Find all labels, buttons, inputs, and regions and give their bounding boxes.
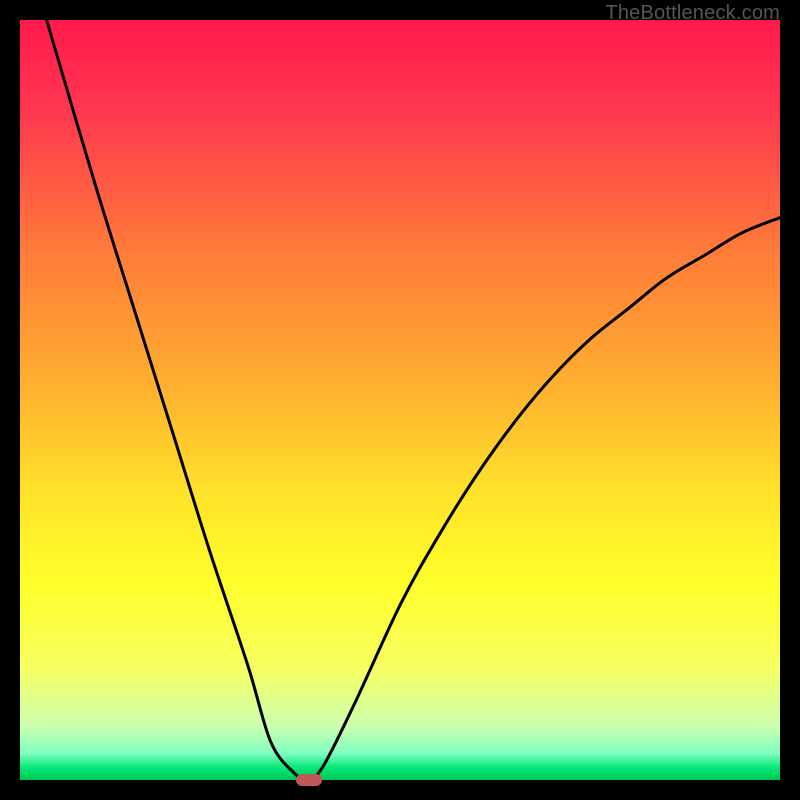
plot-area bbox=[20, 20, 780, 780]
optimal-marker bbox=[296, 774, 322, 786]
watermark-text: TheBottleneck.com bbox=[605, 2, 780, 25]
bottleneck-curve bbox=[20, 20, 780, 780]
